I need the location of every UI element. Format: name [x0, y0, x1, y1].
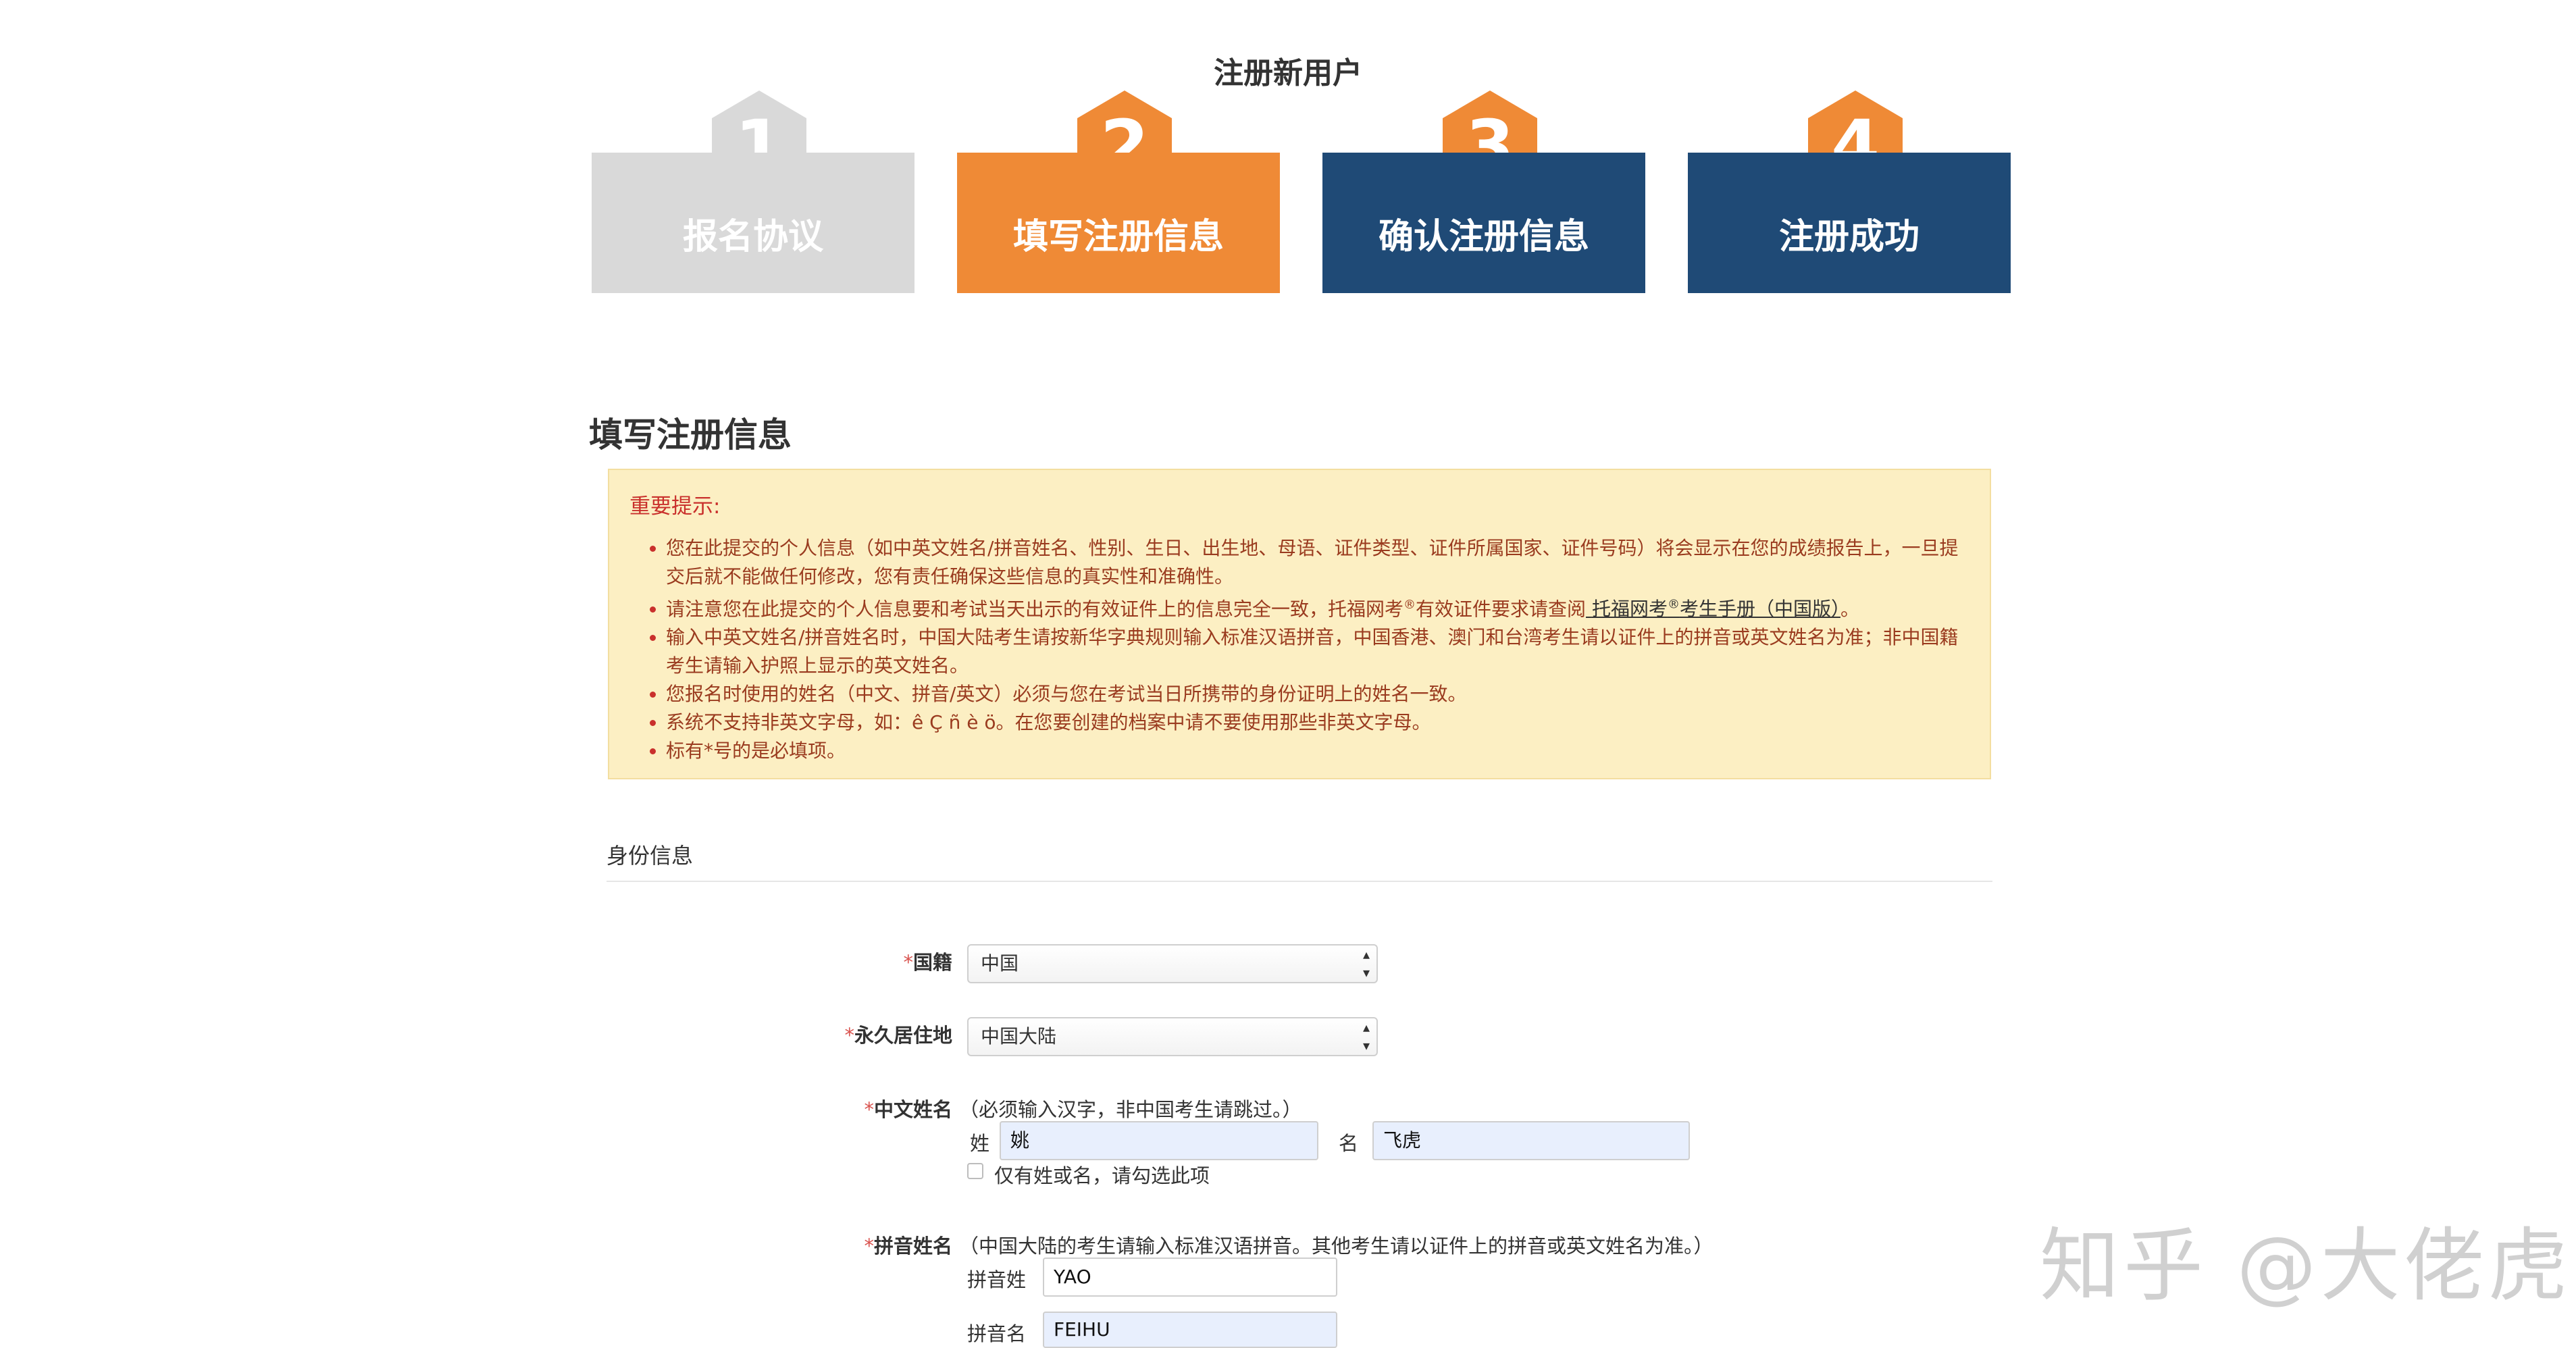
registered-mark: ® — [1667, 598, 1680, 612]
pinyin-given-name-input[interactable]: FEIHU — [1043, 1312, 1337, 1348]
notice-item-text: 。 — [1840, 598, 1859, 621]
identity-section-header: 身份信息 — [607, 839, 1992, 882]
nationality-value: 中国 — [981, 952, 1019, 975]
residence-label: *永久居住地 — [783, 1020, 952, 1048]
nationality-label-text: 国籍 — [912, 951, 952, 974]
notice-item: 请注意您在此提交的个人信息要和考试当天出示的有效证件上的信息完全一致，托福网考®… — [666, 591, 1969, 623]
notice-item: 输入中英文姓名/拼音姓名时，中国大陆考生请按新华字典规则输入标准汉语拼音，中国香… — [666, 623, 1969, 680]
given-name-input[interactable]: 飞虎 — [1372, 1121, 1690, 1160]
pinyin-surname-label: 拼音姓 — [967, 1268, 1027, 1291]
step-4: 4 注册成功 — [1688, 90, 2011, 293]
page-title: 注册新用户 — [1214, 56, 1362, 90]
section-title: 填写注册信息 — [589, 415, 792, 455]
required-mark: * — [864, 1235, 874, 1258]
registered-mark: ® — [1403, 598, 1416, 612]
up-down-caret-icon: ▴ ▾ — [1362, 1019, 1370, 1054]
pinyin-name-label-text: 拼音姓名 — [873, 1235, 952, 1258]
step-label: 注册成功 — [1688, 153, 2011, 293]
required-mark: * — [844, 1024, 854, 1047]
pinyin-name-label: *拼音姓名 — [797, 1230, 952, 1259]
notice-item-text: 有效证件要求请查阅 — [1416, 598, 1587, 621]
notice-title: 重要提示: — [629, 494, 721, 519]
pinyin-given-name-label: 拼音名 — [967, 1322, 1027, 1345]
pinyin-surname-input[interactable]: YAO — [1043, 1258, 1337, 1297]
pinyin-name-hint: （中国大陆的考生请输入标准汉语拼音。其他考生请以证件上的拼音或英文姓名为准。） — [959, 1235, 1714, 1258]
step-label: 报名协议 — [592, 153, 915, 293]
important-notice: 重要提示: 您在此提交的个人信息（如中英文姓名/拼音姓名、性别、生日、出生地、母… — [608, 469, 1991, 779]
notice-item: 标有*号的是必填项。 — [666, 737, 1969, 765]
surname-label: 姓 — [970, 1132, 990, 1155]
step-label: 填写注册信息 — [957, 153, 1280, 293]
zhihu-watermark: 知乎 @大佬虎 — [2040, 1219, 2572, 1312]
chinese-name-label-text: 中文姓名 — [873, 1098, 952, 1121]
residence-label-text: 永久居住地 — [854, 1024, 952, 1047]
handbook-link-text: 托福网考 — [1591, 598, 1668, 621]
step-label: 确认注册信息 — [1322, 153, 1645, 293]
nationality-label: *国籍 — [810, 947, 952, 975]
notice-item-text: 请注意您在此提交的个人信息要和考试当天出示的有效证件上的信息完全一致，托福网考 — [666, 598, 1404, 621]
notice-list: 您在此提交的个人信息（如中英文姓名/拼音姓名、性别、生日、出生地、母语、证件类型… — [629, 534, 1969, 765]
notice-item: 您在此提交的个人信息（如中英文姓名/拼音姓名、性别、生日、出生地、母语、证件类型… — [666, 534, 1969, 591]
handbook-link-text: 考生手册（中国版） — [1679, 598, 1840, 621]
nationality-select[interactable]: 中国 ▴ ▾ — [967, 944, 1378, 983]
required-mark: * — [903, 951, 913, 974]
given-name-label: 名 — [1339, 1132, 1359, 1155]
handbook-link[interactable]: 托福网考®考生手册（中国版） — [1586, 598, 1840, 620]
notice-item: 系统不支持非英文字母，如：ê Ç ñ è ö。在您要创建的档案中请不要使用那些非… — [666, 708, 1969, 737]
up-down-caret-icon: ▴ ▾ — [1362, 946, 1370, 981]
step-3: 3 确认注册信息 — [1322, 90, 1645, 293]
single-name-checkbox[interactable] — [967, 1163, 983, 1179]
residence-value: 中国大陆 — [981, 1025, 1057, 1047]
chinese-name-hint: （必须输入汉字，非中国考生请跳过。） — [959, 1098, 1302, 1121]
residence-select[interactable]: 中国大陆 ▴ ▾ — [967, 1017, 1378, 1056]
chinese-name-label: *中文姓名 — [797, 1094, 952, 1122]
single-name-checkbox-label: 仅有姓或名，请勾选此项 — [994, 1164, 1210, 1187]
step-2: 2 填写注册信息 — [957, 90, 1280, 293]
surname-input[interactable]: 姚 — [1000, 1121, 1318, 1160]
required-mark: * — [864, 1098, 874, 1121]
notice-item: 您报名时使用的姓名（中文、拼音/英文）必须与您在考试当日所携带的身份证明上的姓名… — [666, 680, 1969, 708]
step-1: 1 报名协议 — [592, 90, 915, 293]
